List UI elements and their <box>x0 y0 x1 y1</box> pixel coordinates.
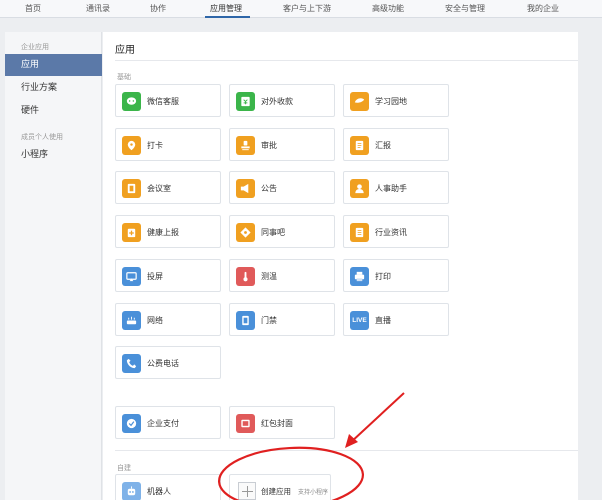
app-card-checkin[interactable]: 打卡 <box>115 127 221 161</box>
nav-item-app-management[interactable]: 应用管理 <box>210 3 242 14</box>
report-icon <box>350 135 369 155</box>
live-icon: LIVE <box>350 310 369 330</box>
app-card-report[interactable]: 汇报 <box>343 127 449 161</box>
top-navigation: 首页 通讯录 协作 应用管理 客户与上下游 高级功能 安全与管理 我的企业 <box>0 0 602 18</box>
nav-item-advanced[interactable]: 高级功能 <box>372 3 404 14</box>
app-card-wechat-service[interactable]: 微信客服 <box>115 84 221 117</box>
app-card-label: 打印 <box>375 271 391 281</box>
app-card-label: 企业支付 <box>147 419 179 428</box>
app-card-learning[interactable]: 学习园地 <box>343 84 449 117</box>
app-card-label: 打卡 <box>147 140 163 150</box>
app-card-enterprise-pay[interactable]: 企业支付 <box>115 406 221 439</box>
app-card-label: 投屏 <box>147 271 163 281</box>
learning-icon <box>350 92 369 111</box>
app-card-label: 公费电话 <box>147 359 179 369</box>
meeting-room-icon <box>122 179 141 199</box>
page-title: 应用 <box>115 45 135 56</box>
sidebar: 企业应用 应用 行业方案 硬件 成员个人使用 小程序 <box>5 32 102 500</box>
industry-news-icon <box>350 223 369 243</box>
network-icon <box>122 310 141 330</box>
app-card-announcement[interactable]: 公告 <box>229 171 335 205</box>
app-card-network[interactable]: 网络 <box>115 302 221 336</box>
hr-assistant-icon <box>350 179 369 199</box>
approval-icon <box>236 135 255 155</box>
app-card-hr-assistant[interactable]: 人事助手 <box>343 171 449 205</box>
plus-icon <box>238 482 256 500</box>
app-card-label: 同事吧 <box>261 228 285 238</box>
robot-icon <box>122 482 141 500</box>
app-card-meeting-room[interactable]: 会议室 <box>115 171 221 205</box>
create-app-sublabel: 支持小程序 <box>298 489 329 496</box>
app-card-label: 行业资讯 <box>375 228 407 238</box>
live-icon-text: LIVE <box>352 316 367 324</box>
nav-item-collaboration[interactable]: 协作 <box>150 3 166 14</box>
door-access-icon <box>236 310 255 330</box>
sidebar-item-hardware[interactable]: 硬件 <box>5 100 102 122</box>
app-card-label: 健康上报 <box>147 228 179 238</box>
app-card-screen-cast[interactable]: 投屏 <box>115 258 221 292</box>
sidebar-item-mini-program[interactable]: 小程序 <box>5 144 102 166</box>
app-card-approval[interactable]: 审批 <box>229 127 335 161</box>
phone-icon <box>122 354 141 374</box>
nav-item-my-enterprise[interactable]: 我的企业 <box>527 3 559 14</box>
app-card-label: 审批 <box>261 140 277 150</box>
section-label-custom: 自建 <box>117 464 131 472</box>
app-card-phone[interactable]: 公费电话 <box>115 346 221 380</box>
app-card-label: 机器人 <box>147 487 171 496</box>
colleague-icon <box>236 223 255 243</box>
create-app-button[interactable]: 创建应用 支持小程序 <box>229 474 331 500</box>
app-card-door-access[interactable]: 门禁 <box>229 302 335 336</box>
screen-cast-icon <box>122 266 141 286</box>
app-card-thermometer[interactable]: 测温 <box>229 258 335 292</box>
sidebar-group-enterprise: 企业应用 <box>21 43 49 51</box>
app-card-label: 微信客服 <box>147 97 179 106</box>
nav-item-customers[interactable]: 客户与上下游 <box>283 3 331 14</box>
app-card-label: 测温 <box>261 271 277 281</box>
thermometer-icon <box>236 266 255 286</box>
app-card-red-packet[interactable]: 红包封面 <box>229 406 335 439</box>
app-card-label: 人事助手 <box>375 184 407 194</box>
payment-icon <box>236 92 255 111</box>
create-app-label: 创建应用 <box>261 487 291 496</box>
nav-item-contacts[interactable]: 通讯录 <box>86 3 110 14</box>
active-tab-indicator <box>205 16 250 18</box>
app-card-payment[interactable]: 对外收款 <box>229 84 335 117</box>
sidebar-item-industry[interactable]: 行业方案 <box>5 77 102 99</box>
app-card-colleague[interactable]: 同事吧 <box>229 215 335 249</box>
app-card-industry-news[interactable]: 行业资讯 <box>343 215 449 249</box>
announcement-icon <box>236 179 255 199</box>
app-card-label: 直播 <box>375 315 391 325</box>
app-card-health-report[interactable]: 健康上报 <box>115 215 221 249</box>
app-card-label: 网络 <box>147 315 163 325</box>
app-card-label: 公告 <box>261 184 277 194</box>
section-label-basic: 基础 <box>117 73 131 81</box>
enterprise-pay-icon <box>122 414 141 433</box>
app-card-label: 红包封面 <box>261 419 293 428</box>
app-card-live[interactable]: LIVE 直播 <box>343 302 449 336</box>
checkin-icon <box>122 135 141 155</box>
nav-item-security[interactable]: 安全与管理 <box>445 3 485 14</box>
app-card-robot[interactable]: 机器人 <box>115 474 221 500</box>
app-card-label: 门禁 <box>261 315 277 325</box>
app-card-label: 汇报 <box>375 140 391 150</box>
printer-icon <box>350 266 369 286</box>
section-divider <box>115 450 578 451</box>
app-card-label: 对外收款 <box>261 97 293 106</box>
health-report-icon <box>122 223 141 243</box>
app-card-label: 学习园地 <box>375 97 407 106</box>
app-card-label: 会议室 <box>147 184 171 194</box>
wechat-service-icon <box>122 92 141 111</box>
sidebar-group-personal: 成员个人使用 <box>21 133 63 141</box>
red-packet-icon <box>236 414 255 433</box>
sidebar-item-apps[interactable]: 应用 <box>5 54 102 76</box>
main-panel: 应用 基础 微信客服 对外收款 学习园地打卡 审批 汇报会议室 公告 人事助手健康上报 同事吧… <box>103 32 578 500</box>
app-card-printer[interactable]: 打印 <box>343 258 449 292</box>
nav-item-home[interactable]: 首页 <box>25 3 41 14</box>
title-divider <box>115 60 578 61</box>
